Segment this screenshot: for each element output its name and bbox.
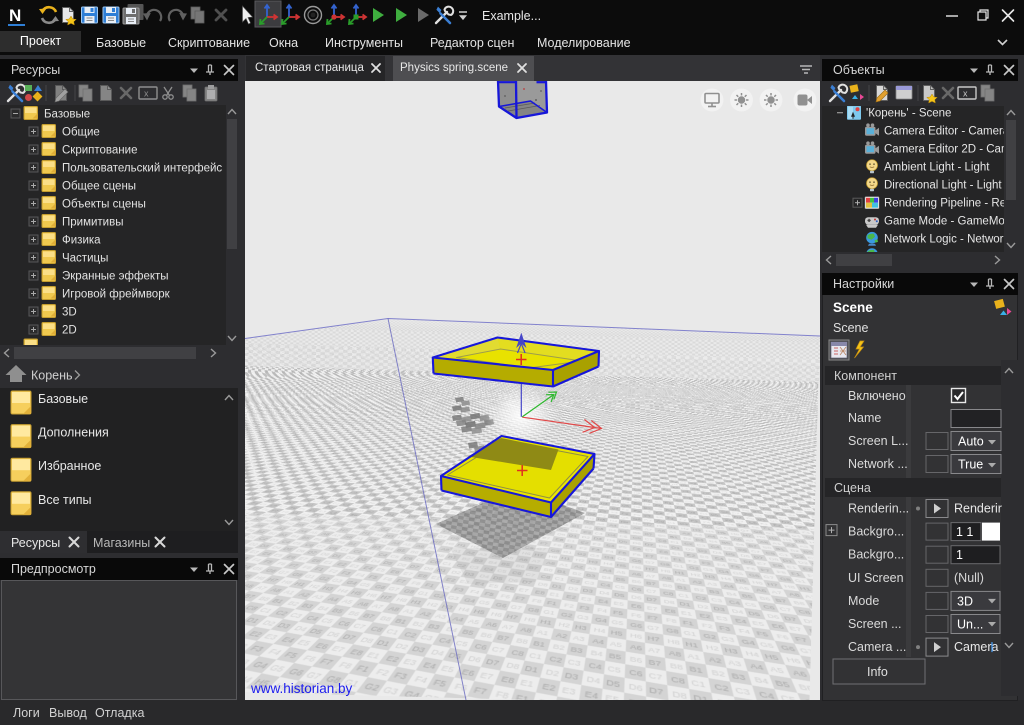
svg-text:Ambient Light - Light: Ambient Light - Light bbox=[884, 162, 990, 174]
svg-text:Избранное: Избранное bbox=[38, 459, 101, 473]
svg-text:Rendering Pipeline - Rer: Rendering Pipeline - Rer bbox=[884, 198, 1004, 210]
svg-text:Backgro...: Backgro... bbox=[848, 525, 904, 539]
svg-text:Network ...: Network ... bbox=[848, 457, 908, 471]
svg-text:3D: 3D bbox=[62, 307, 77, 319]
svg-text:Screen ...: Screen ... bbox=[848, 617, 902, 631]
svg-text:Network Logic - Networl: Network Logic - Networl bbox=[884, 234, 1004, 246]
svg-text:x: x bbox=[963, 89, 968, 99]
svg-text:N: N bbox=[9, 6, 21, 25]
svg-text:Сцена: Сцена bbox=[834, 481, 871, 495]
svg-text:Ресурсы: Ресурсы bbox=[11, 536, 60, 550]
svg-text:Backgro...: Backgro... bbox=[848, 548, 904, 562]
svg-text:x: x bbox=[144, 89, 149, 99]
svg-text:Общие: Общие bbox=[62, 127, 100, 139]
svg-text:Компонент: Компонент bbox=[834, 369, 897, 383]
svg-text:Корень: Корень bbox=[31, 369, 73, 383]
svg-text:Screen L...: Screen L... bbox=[848, 434, 908, 448]
svg-text:Физика: Физика bbox=[62, 235, 101, 247]
svg-text:Примитивы: Примитивы bbox=[62, 217, 123, 229]
svg-text:Пользовательский интерфейс: Пользовательский интерфейс bbox=[62, 163, 222, 175]
svg-text:Базовые: Базовые bbox=[44, 109, 90, 121]
svg-text:Скриптование: Скриптование bbox=[62, 145, 137, 157]
svg-text:Магазины: Магазины bbox=[93, 536, 150, 550]
svg-text:Базовые: Базовые bbox=[38, 392, 88, 406]
svg-text:1 1: 1 1 bbox=[956, 525, 973, 539]
svg-text:'Корень' - Scene: 'Корень' - Scene bbox=[866, 108, 951, 120]
svg-text:Scene: Scene bbox=[833, 321, 868, 335]
svg-text:Camera Editor - Camera: Camera Editor - Camera bbox=[884, 126, 1004, 138]
svg-text:Игровой фреймворк: Игровой фреймворк bbox=[62, 289, 171, 301]
svg-text:Общее сцены: Общее сцены bbox=[62, 181, 136, 193]
svg-text:1: 1 bbox=[956, 548, 963, 562]
svg-text:Game Mode - GameMod: Game Mode - GameMod bbox=[884, 216, 1004, 228]
svg-text:2D: 2D bbox=[62, 325, 77, 337]
svg-text:Example...: Example... bbox=[482, 9, 541, 23]
svg-text:Camera ...: Camera ... bbox=[848, 640, 906, 654]
svg-text:UI Screen: UI Screen bbox=[848, 571, 904, 585]
svg-text:Renderir: Renderir bbox=[954, 502, 1002, 516]
svg-text:Scene: Scene bbox=[833, 300, 873, 315]
svg-text:3D: 3D bbox=[957, 594, 973, 608]
svg-text:(Null): (Null) bbox=[954, 571, 984, 585]
svg-text:Camera Editor 2D - Cam: Camera Editor 2D - Cam bbox=[884, 144, 1004, 156]
svg-text:Дополнения: Дополнения bbox=[38, 426, 109, 440]
svg-text:True: True bbox=[958, 458, 983, 472]
svg-text:Auto: Auto bbox=[958, 435, 984, 449]
svg-text:Name: Name bbox=[848, 411, 881, 425]
svg-text:Info: Info bbox=[867, 665, 888, 679]
svg-text:Включено: Включено bbox=[848, 389, 906, 403]
svg-text:Все типы: Все типы bbox=[38, 493, 91, 507]
svg-text:Экранные эффекты: Экранные эффекты bbox=[62, 271, 169, 283]
svg-text:Объекты сцены: Объекты сцены bbox=[62, 199, 146, 211]
svg-text:Частицы: Частицы bbox=[62, 253, 108, 265]
svg-text:Un...: Un... bbox=[957, 618, 983, 632]
svg-text:Renderin...: Renderin... bbox=[848, 502, 909, 516]
svg-text:Mode: Mode bbox=[848, 594, 879, 608]
svg-text:Directional Light - Light: Directional Light - Light bbox=[884, 180, 1002, 192]
